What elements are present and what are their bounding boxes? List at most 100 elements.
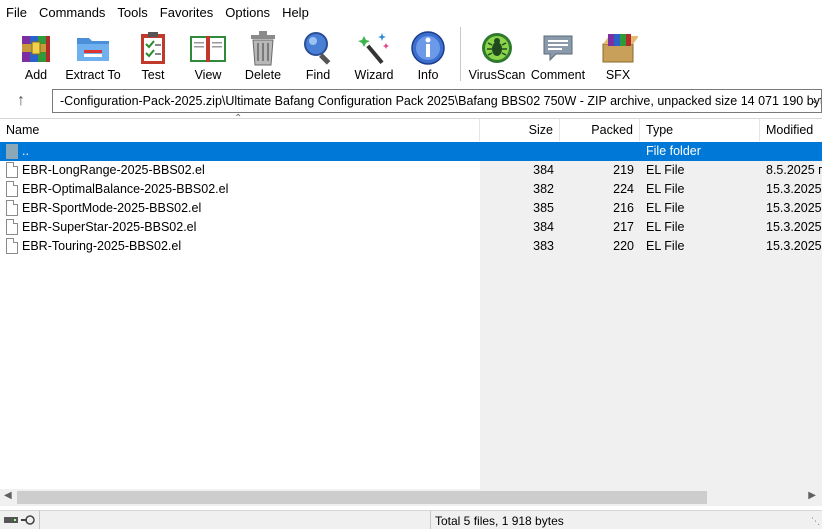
magic-wand-icon	[354, 28, 394, 67]
menu-help[interactable]: Help	[276, 0, 315, 26]
column-header-size[interactable]: Size	[480, 119, 560, 141]
parent-folder-row[interactable]: .. File folder	[0, 142, 822, 161]
test-label: Test	[141, 68, 165, 82]
parent-type: File folder	[640, 142, 760, 161]
file-icon	[6, 238, 18, 254]
status-icons	[0, 510, 40, 529]
parent-folder-icon	[6, 144, 18, 159]
file-size: 383	[533, 239, 554, 253]
file-packed: 216	[613, 201, 634, 215]
file-name: EBR-SuperStar-2025-BBS02.el	[22, 220, 197, 234]
extract-to-button[interactable]: Extract To	[60, 26, 126, 82]
status-bar: Total 5 files, 1 918 bytes ⋱	[0, 510, 822, 529]
column-headers: Name Size Packed Type Modified	[0, 119, 822, 141]
file-name: EBR-SportMode-2025-BBS02.el	[22, 201, 202, 215]
delete-button[interactable]: Delete	[236, 26, 290, 82]
trash-can-icon	[243, 28, 283, 67]
file-type: EL File	[646, 163, 685, 177]
wizard-button[interactable]: Wizard	[346, 26, 402, 82]
file-icon	[6, 181, 18, 197]
test-button[interactable]: Test	[126, 26, 180, 82]
column-header-name[interactable]: Name	[0, 119, 480, 141]
key-icon[interactable]	[21, 515, 35, 525]
archive-add-icon	[16, 28, 56, 67]
parent-name: ..	[22, 144, 29, 158]
file-modified: 15.3.2025 г.	[766, 239, 822, 253]
add-label: Add	[24, 68, 48, 82]
file-name-cell: EBR-SuperStar-2025-BBS02.el	[0, 218, 480, 237]
parent-modified-cell	[760, 142, 822, 161]
table-row[interactable]: EBR-LongRange-2025-BBS02.el 384 219 EL F…	[0, 161, 822, 180]
file-name-cell: EBR-SportMode-2025-BBS02.el	[0, 199, 480, 218]
add-button[interactable]: Add	[12, 26, 60, 82]
file-modified: 15.3.2025 г.	[766, 220, 822, 234]
toolbar: Add Extract To Test View Delete Find Wiz…	[0, 26, 822, 84]
sfx-button[interactable]: SFX	[589, 26, 647, 82]
file-modified: 15.3.2025 г.	[766, 182, 822, 196]
table-row[interactable]: EBR-SportMode-2025-BBS02.el 385 216 EL F…	[0, 199, 822, 218]
table-row[interactable]: EBR-SuperStar-2025-BBS02.el 384 217 EL F…	[0, 218, 822, 237]
toolbar-separator	[460, 27, 461, 81]
sfx-label: SFX	[605, 68, 631, 82]
comment-label: Comment	[530, 68, 586, 82]
view-label: View	[194, 68, 222, 82]
view-button[interactable]: View	[180, 26, 236, 82]
address-field[interactable]: -Configuration-Pack-2025.zip\Ultimate Ba…	[52, 89, 822, 113]
file-name-cell: EBR-Touring-2025-BBS02.el	[0, 237, 480, 256]
file-type: EL File	[646, 239, 685, 253]
info-button[interactable]: Info	[402, 26, 454, 82]
info-label: Info	[417, 68, 439, 82]
parent-name-cell: ..	[0, 142, 480, 161]
file-name-cell: EBR-OptimalBalance-2025-BBS02.el	[0, 180, 480, 199]
address-bar: ↑ -Configuration-Pack-2025.zip\Ultimate …	[0, 87, 822, 115]
table-row[interactable]: EBR-Touring-2025-BBS02.el 383 220 EL Fil…	[0, 237, 822, 256]
virusscan-button[interactable]: VirusScan	[467, 26, 527, 82]
table-row[interactable]: EBR-OptimalBalance-2025-BBS02.el 382 224…	[0, 180, 822, 199]
status-summary: Total 5 files, 1 918 bytes	[435, 514, 564, 528]
find-label: Find	[305, 68, 331, 82]
wizard-label: Wizard	[354, 68, 394, 82]
scrollbar-thumb[interactable]	[17, 491, 707, 504]
address-path: -Configuration-Pack-2025.zip\Ultimate Ba…	[60, 94, 822, 108]
file-name: EBR-LongRange-2025-BBS02.el	[22, 163, 205, 177]
file-size: 382	[533, 182, 554, 196]
file-modified: 15.3.2025 г.	[766, 201, 822, 215]
chevron-down-icon[interactable]: ⌄	[810, 93, 819, 106]
file-size: 384	[533, 220, 554, 234]
file-packed: 217	[613, 220, 634, 234]
find-button[interactable]: Find	[290, 26, 346, 82]
file-icon	[6, 200, 18, 216]
menu-commands[interactable]: Commands	[33, 0, 111, 26]
column-header-modified[interactable]: Modified	[760, 119, 822, 141]
file-name: EBR-OptimalBalance-2025-BBS02.el	[22, 182, 229, 196]
file-type: EL File	[646, 201, 685, 215]
file-modified: 8.5.2025 г.	[766, 163, 822, 177]
comment-button[interactable]: Comment	[527, 26, 589, 82]
horizontal-scrollbar[interactable]: ◀ ▶	[0, 489, 822, 506]
file-size: 385	[533, 201, 554, 215]
menu-options[interactable]: Options	[219, 0, 276, 26]
folder-extract-icon	[73, 28, 113, 67]
virusscan-label: VirusScan	[468, 68, 526, 82]
file-type: EL File	[646, 182, 685, 196]
file-list: ⌃ Name Size Packed Type Modified .. File…	[0, 113, 822, 490]
menu-favorites[interactable]: Favorites	[154, 0, 219, 26]
drive-icon[interactable]	[4, 516, 18, 524]
file-packed: 220	[613, 239, 634, 253]
book-view-icon	[188, 28, 228, 67]
delete-label: Delete	[244, 68, 282, 82]
column-header-type[interactable]: Type	[640, 119, 760, 141]
menu-tools[interactable]: Tools	[111, 0, 153, 26]
resize-grip-icon[interactable]: ⋱	[811, 516, 820, 527]
parent-size-cell	[480, 142, 560, 161]
file-packed: 224	[613, 182, 634, 196]
clipboard-test-icon	[133, 28, 173, 67]
column-header-packed[interactable]: Packed	[560, 119, 640, 141]
bug-scan-icon	[477, 28, 517, 67]
scroll-left-icon[interactable]: ◀	[4, 490, 12, 501]
up-arrow-icon[interactable]: ↑	[0, 87, 42, 115]
info-icon	[408, 28, 448, 67]
magnifier-icon	[298, 28, 338, 67]
menu-file[interactable]: File	[0, 0, 33, 26]
scroll-right-icon[interactable]: ▶	[808, 490, 816, 501]
